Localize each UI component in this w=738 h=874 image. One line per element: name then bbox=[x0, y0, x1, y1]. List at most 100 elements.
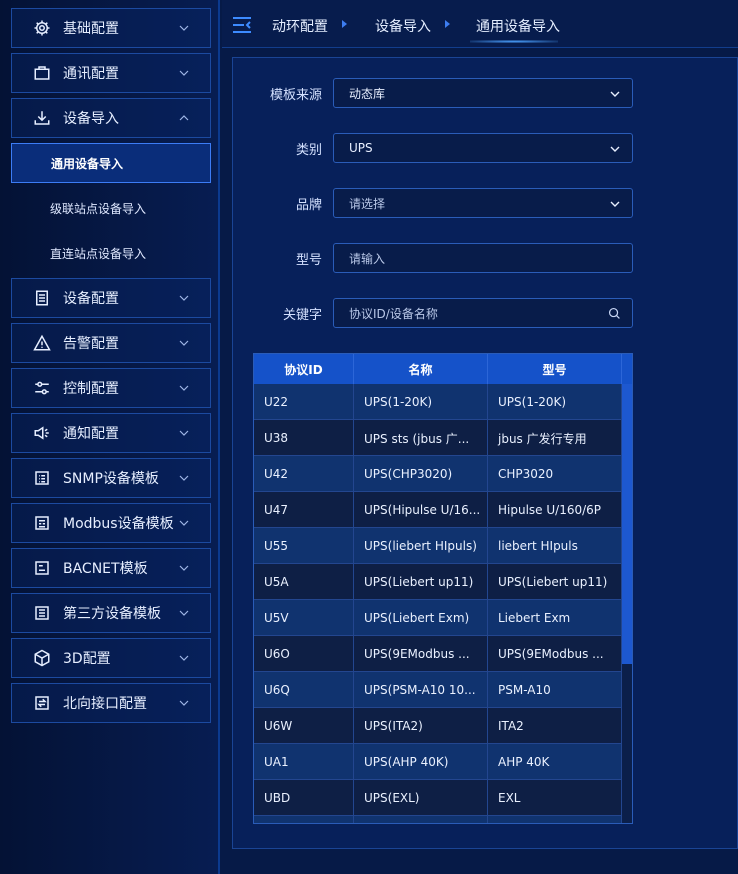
sidebar-item-notify-config[interactable]: 通知配置 bbox=[11, 413, 211, 453]
category-select[interactable]: UPS bbox=[333, 133, 633, 163]
cell-protocol-id: U22 bbox=[254, 384, 354, 420]
table-row[interactable]: U5V UPS(Liebert Exm) Liebert Exm bbox=[254, 600, 622, 636]
cell-name: UPS(PSM-A10 10... bbox=[354, 672, 488, 708]
sidebar-item-3d-config[interactable]: 3D配置 bbox=[11, 638, 211, 678]
brand-placeholder: 请选择 bbox=[349, 196, 386, 211]
chevron-down-icon bbox=[178, 427, 190, 439]
gear-icon bbox=[33, 19, 51, 37]
breadcrumb-active-indicator bbox=[470, 40, 558, 43]
breadcrumb-item[interactable]: 设备导入 bbox=[375, 16, 431, 36]
cell-model: Hipulse U/160/6P bbox=[488, 492, 622, 528]
table-row[interactable]: U5A UPS(Liebert up11) UPS(Liebert up11) bbox=[254, 564, 622, 600]
category-label: 类别 bbox=[295, 143, 322, 158]
sidebar-item-snmp-template[interactable]: SNMP设备模板 bbox=[11, 458, 211, 498]
table-row[interactable]: U6O UPS(9EModbus ... UPS(9EModbus ... bbox=[254, 636, 622, 672]
sidebar-item-control-config[interactable]: 控制配置 bbox=[11, 368, 211, 408]
table-row[interactable]: U42 UPS(CHP3020) CHP3020 bbox=[254, 456, 622, 492]
column-header-model[interactable]: 型号 bbox=[488, 354, 622, 384]
cell-model: Liebert Exm bbox=[488, 600, 622, 636]
model-label: 型号 bbox=[295, 253, 322, 268]
cell-model: UPS(9EModbus ... bbox=[488, 636, 622, 672]
cell-model: liebert HIpuls bbox=[488, 528, 622, 564]
template-icon bbox=[33, 514, 51, 532]
chevron-down-icon bbox=[178, 562, 190, 574]
cell-name: UPS sts (jbus 广... bbox=[354, 420, 488, 456]
cell-protocol-id: U6O bbox=[254, 636, 354, 672]
chevron-down-icon bbox=[609, 143, 621, 155]
chevron-down-icon bbox=[178, 337, 190, 349]
sidebar-item-device-import[interactable]: 设备导入 bbox=[11, 98, 211, 138]
sidebar-item-device-config[interactable]: 设备配置 bbox=[11, 278, 211, 318]
sidebar-item-label: 3D配置 bbox=[63, 651, 111, 667]
cell-protocol-id: UBD bbox=[254, 780, 354, 816]
table-scrollbar-thumb[interactable] bbox=[622, 384, 632, 664]
interface-icon bbox=[33, 694, 51, 712]
sidebar-item-label: 设备导入 bbox=[63, 111, 119, 127]
cell-protocol-id: UA1 bbox=[254, 744, 354, 780]
breadcrumb-item[interactable]: 动环配置 bbox=[272, 16, 328, 36]
cell-protocol-id: U6Q bbox=[254, 672, 354, 708]
search-icon[interactable] bbox=[608, 307, 621, 320]
table-row[interactable]: U55 UPS(liebert HIpuls) liebert HIpuls bbox=[254, 528, 622, 564]
sidebar-subitem-direct-import[interactable]: 直连站点设备导入 bbox=[11, 233, 211, 273]
cell-name: UPS(9EModbus ... bbox=[354, 636, 488, 672]
table-row[interactable] bbox=[254, 816, 622, 823]
table-row[interactable]: UBD UPS(EXL) EXL bbox=[254, 780, 622, 816]
category-value: UPS bbox=[349, 141, 373, 155]
table-row[interactable]: U38 UPS sts (jbus 广... jbus 广发行专用 bbox=[254, 420, 622, 456]
chevron-down-icon bbox=[178, 607, 190, 619]
sidebar-item-label: BACNET模板 bbox=[63, 561, 148, 577]
sidebar-subitem-cascade-import[interactable]: 级联站点设备导入 bbox=[11, 188, 211, 228]
sidebar-subitem-label: 直连站点设备导入 bbox=[50, 246, 147, 261]
sidebar-item-label: 控制配置 bbox=[63, 381, 119, 397]
sidebar-item-label: 北向接口配置 bbox=[63, 696, 147, 712]
sidebar-item-comm-config[interactable]: 通讯配置 bbox=[11, 53, 211, 93]
sidebar-item-alarm-config[interactable]: 告警配置 bbox=[11, 323, 211, 363]
table-row[interactable]: U22 UPS(1-20K) UPS(1-20K) bbox=[254, 384, 622, 420]
column-header-name[interactable]: 名称 bbox=[354, 354, 488, 384]
template-source-label: 模板来源 bbox=[269, 88, 322, 103]
sidebar-item-label: 基础配置 bbox=[63, 21, 119, 37]
sidebar-item-label: 第三方设备模板 bbox=[63, 606, 161, 622]
sidebar-item-bacnet-template[interactable]: BACNET模板 bbox=[11, 548, 211, 588]
template-icon bbox=[33, 604, 51, 622]
column-header-protocol-id[interactable]: 协议ID bbox=[254, 354, 354, 384]
speaker-icon bbox=[33, 424, 51, 442]
sliders-icon bbox=[33, 379, 51, 397]
table-row[interactable]: UA1 UPS(AHP 40K) AHP 40K bbox=[254, 744, 622, 780]
sidebar-item-label: 告警配置 bbox=[63, 336, 119, 352]
brand-select[interactable]: 请选择 bbox=[333, 188, 633, 218]
sidebar-subitem-generic-import[interactable]: 通用设备导入 bbox=[11, 143, 211, 183]
chevron-down-icon bbox=[178, 697, 190, 709]
cell-name: UPS(1-20K) bbox=[354, 384, 488, 420]
keyword-search-input[interactable]: 协议ID/设备名称 bbox=[333, 298, 633, 328]
template-source-value: 动态库 bbox=[349, 86, 386, 101]
model-input[interactable]: 请输入 bbox=[333, 243, 633, 273]
cell-protocol-id bbox=[254, 816, 354, 823]
table-row[interactable]: U6Q UPS(PSM-A10 10... PSM-A10 bbox=[254, 672, 622, 708]
sidebar-item-basic-config[interactable]: 基础配置 bbox=[11, 8, 211, 48]
sidebar-item-modbus-template[interactable]: Modbus设备模板 bbox=[11, 503, 211, 543]
table-row[interactable]: U47 UPS(Hipulse U/16... Hipulse U/160/6P bbox=[254, 492, 622, 528]
sidebar-item-thirdparty-template[interactable]: 第三方设备模板 bbox=[11, 593, 211, 633]
sidebar: 基础配置 通讯配置 设备导入 通用设备导入 级联站点设备导入 直连站点设备导入 … bbox=[0, 0, 220, 874]
table-row[interactable]: U6W UPS(ITA2) ITA2 bbox=[254, 708, 622, 744]
cell-model: ITA2 bbox=[488, 708, 622, 744]
sidebar-item-label: Modbus设备模板 bbox=[63, 516, 174, 532]
sidebar-item-label: 通知配置 bbox=[63, 426, 119, 442]
cell-model: CHP3020 bbox=[488, 456, 622, 492]
template-icon bbox=[33, 469, 51, 487]
warning-icon bbox=[33, 334, 51, 352]
cell-model: UPS(1-20K) bbox=[488, 384, 622, 420]
template-source-select[interactable]: 动态库 bbox=[333, 78, 633, 108]
cell-name: UPS(CHP3020) bbox=[354, 456, 488, 492]
sidebar-item-northbound-config[interactable]: 北向接口配置 bbox=[11, 683, 211, 723]
cell-model: AHP 40K bbox=[488, 744, 622, 780]
sidebar-subitem-label: 级联站点设备导入 bbox=[50, 201, 147, 216]
breadcrumb-bar: 动环配置 设备导入 通用设备导入 bbox=[222, 0, 738, 48]
model-placeholder: 请输入 bbox=[349, 251, 386, 266]
download-icon bbox=[33, 109, 51, 127]
cell-name: UPS(Hipulse U/16... bbox=[354, 492, 488, 528]
cell-name: UPS(Liebert up11) bbox=[354, 564, 488, 600]
menu-toggle-icon[interactable] bbox=[232, 16, 252, 34]
